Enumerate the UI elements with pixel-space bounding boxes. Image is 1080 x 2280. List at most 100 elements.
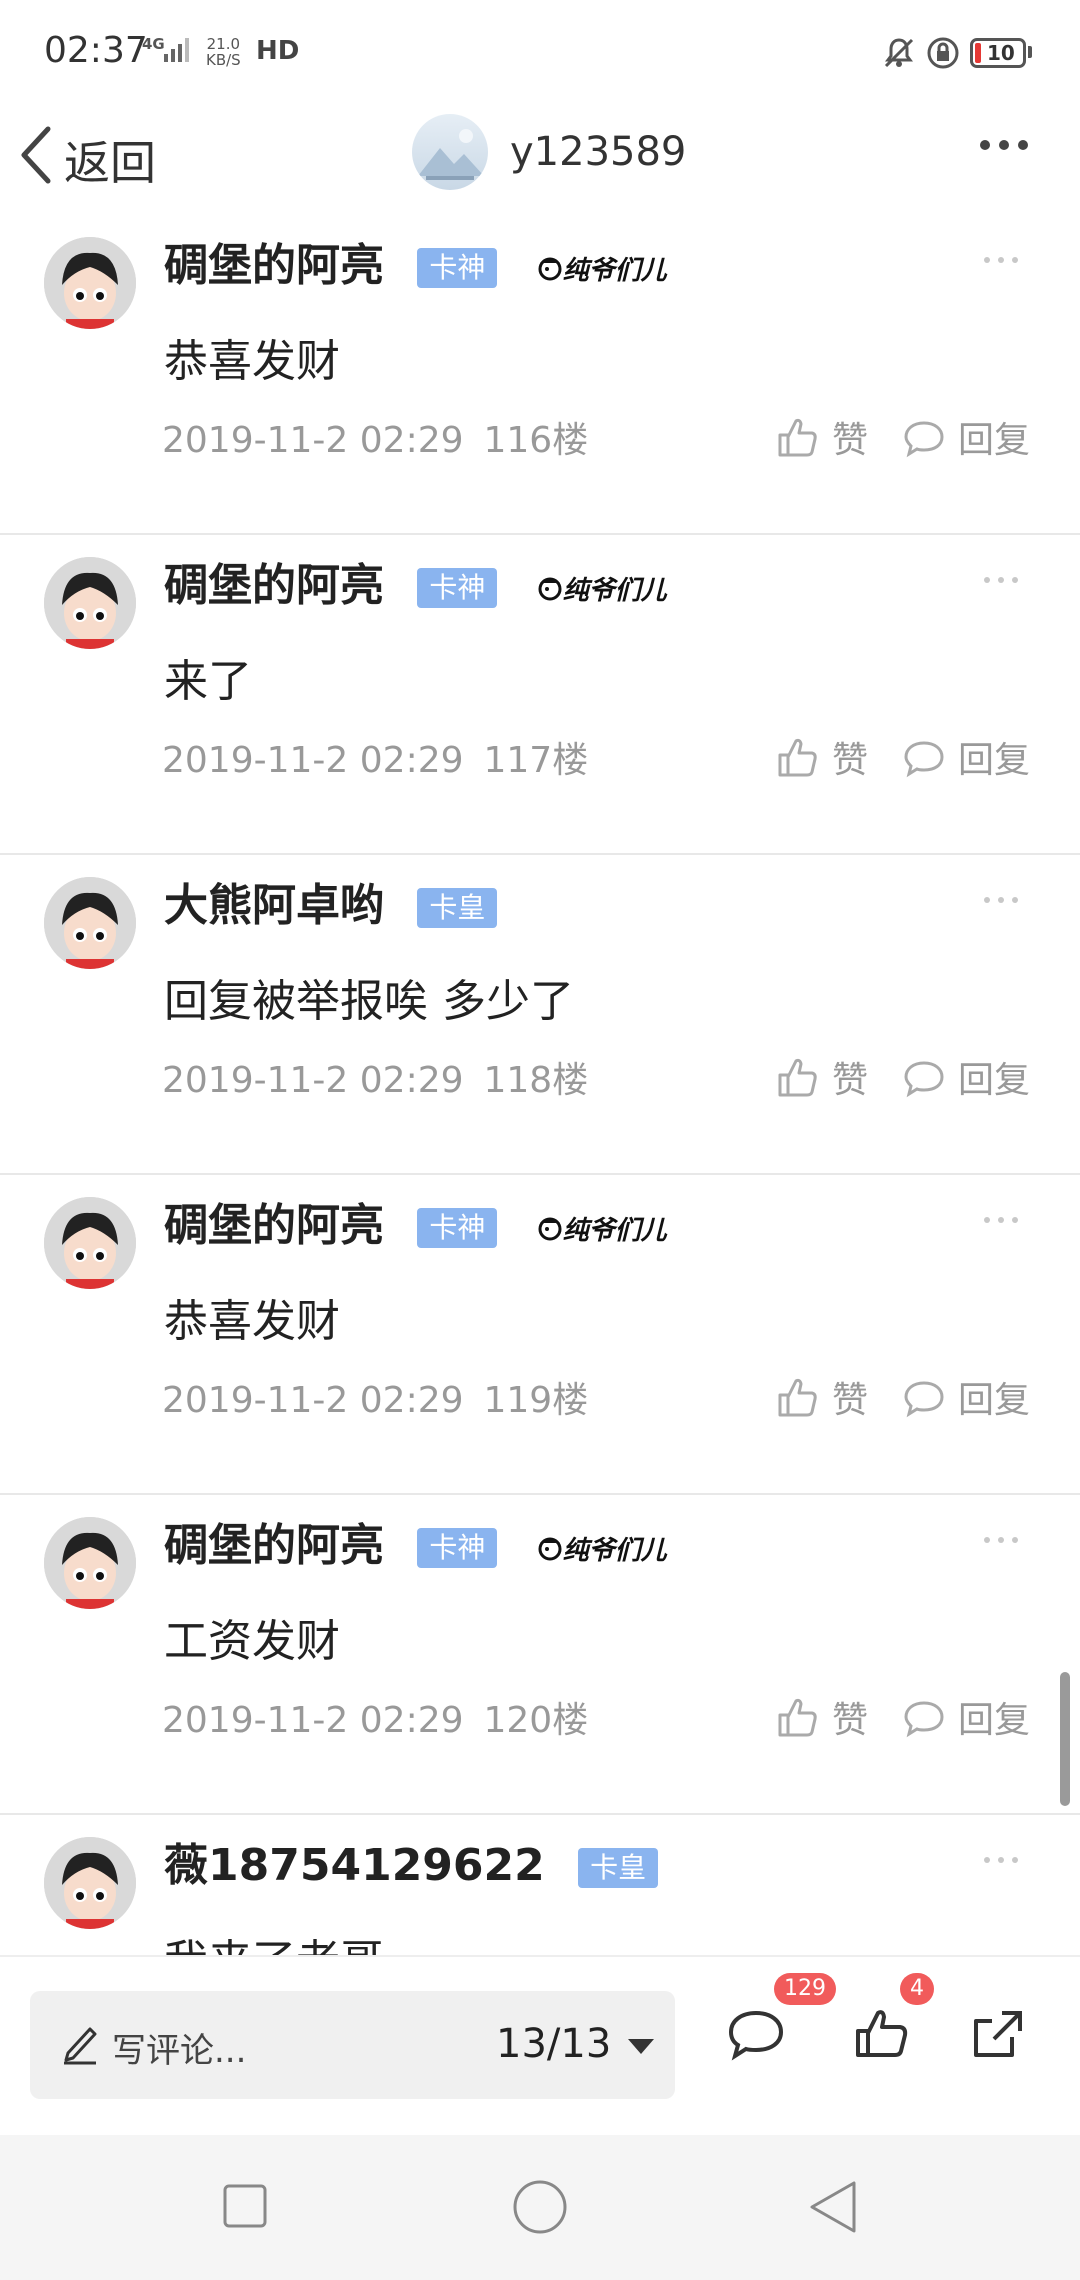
- like-label: 赞: [832, 1380, 869, 1421]
- like-post-button[interactable]: 4: [852, 1973, 934, 2065]
- face-icon: [538, 1217, 562, 1241]
- status-bar: 02:37 4G 21.0 KB/S HD 10: [0, 0, 1080, 110]
- username-text: 大熊阿卓哟: [164, 880, 384, 931]
- username[interactable]: 薇18754129622 卡皇: [164, 1829, 659, 1893]
- network-speed: 21.0 KB/S: [206, 36, 241, 68]
- thumbs-up-icon: [778, 1698, 817, 1737]
- nav-title-area[interactable]: y123589: [412, 114, 686, 190]
- thumbs-up-icon: [778, 418, 817, 457]
- bottom-bar: 写评论... 13/13 129 4: [0, 1955, 1080, 2135]
- comment-bubble-icon: [728, 2010, 784, 2061]
- medal-badge: 纯爷们儿: [537, 570, 667, 607]
- face-icon: [538, 1537, 562, 1561]
- face-icon: [538, 257, 562, 281]
- comment-more-icon[interactable]: [984, 257, 1018, 263]
- comment-time: 2019-11-2 02:29: [162, 1380, 464, 1421]
- username[interactable]: 碉堡的阿亮 卡神 纯爷们儿: [164, 229, 667, 293]
- comment-text: 恭喜发财: [164, 336, 340, 387]
- page-indicator[interactable]: 13/13: [496, 2021, 611, 2067]
- reply-button[interactable]: 回复: [902, 1371, 1030, 1423]
- like-label: 赞: [832, 1700, 869, 1741]
- level-badge: 卡皇: [417, 888, 498, 928]
- reply-label: 回复: [958, 1380, 1031, 1421]
- medal-text: 纯爷们儿: [562, 1535, 667, 1566]
- comment-more-icon[interactable]: [984, 1537, 1018, 1543]
- scrollbar[interactable]: [1060, 1672, 1070, 1806]
- comment-meta: 2019-11-2 02:29 117楼: [162, 731, 608, 783]
- reply-button[interactable]: 回复: [902, 1691, 1030, 1743]
- username[interactable]: 碉堡的阿亮 卡神 纯爷们儿: [164, 549, 667, 613]
- signal-icon: [164, 38, 189, 62]
- pencil-icon: [60, 2021, 100, 2069]
- forum-avatar: [412, 114, 488, 190]
- thumbs-up-icon: [778, 1058, 817, 1097]
- reply-label: 回复: [958, 1060, 1031, 1101]
- comment-text: 我来了老哥: [164, 1925, 384, 1955]
- like-button[interactable]: 赞: [776, 1051, 868, 1103]
- battery-level: [975, 43, 981, 63]
- comment-text: 工资发财: [164, 1616, 340, 1667]
- reply-label: 回复: [958, 740, 1031, 781]
- comment-placeholder: 写评论...: [112, 2031, 247, 2071]
- rotation-lock-icon: [926, 36, 960, 74]
- reply-button[interactable]: 回复: [902, 1051, 1030, 1103]
- comment-more-icon[interactable]: [984, 1217, 1018, 1223]
- network-type: 4G: [142, 35, 165, 53]
- comment-meta: 2019-11-2 02:29 119楼: [162, 1371, 608, 1423]
- chevron-left-icon: [18, 125, 54, 196]
- comment-more-icon[interactable]: [984, 1857, 1018, 1863]
- level-badge: 卡皇: [578, 1848, 659, 1888]
- status-time: 02:37: [44, 30, 148, 71]
- like-button[interactable]: 赞: [776, 1691, 868, 1743]
- like-button[interactable]: 赞: [776, 1371, 868, 1423]
- medal-badge: 纯爷们儿: [537, 1210, 667, 1247]
- comment-text: 回复被举报唉 多少了: [164, 976, 574, 1027]
- comment-item: 薇18754129622 卡皇 我来了老哥: [0, 1815, 1080, 1955]
- username-text: 碉堡的阿亮: [164, 1520, 384, 1571]
- medal-text: 纯爷们儿: [562, 255, 667, 286]
- reply-button[interactable]: 回复: [902, 411, 1030, 463]
- like-button[interactable]: 赞: [776, 411, 868, 463]
- square-icon[interactable]: [222, 2183, 268, 2233]
- username[interactable]: 大熊阿卓哟 卡皇: [164, 869, 498, 933]
- comment-text: 来了: [164, 656, 252, 707]
- comment-time: 2019-11-2 02:29: [162, 420, 464, 461]
- level-badge: 卡神: [417, 1528, 498, 1568]
- avatar[interactable]: [44, 1837, 136, 1929]
- hd-indicator: HD: [256, 36, 300, 66]
- username[interactable]: 碉堡的阿亮 卡神 纯爷们儿: [164, 1509, 667, 1573]
- back-label: 返回: [64, 136, 156, 190]
- avatar[interactable]: [44, 1197, 136, 1289]
- battery-tip: [1028, 46, 1032, 58]
- medal-text: 纯爷们儿: [562, 575, 667, 606]
- bell-off-icon: [882, 36, 916, 74]
- more-icon[interactable]: [980, 140, 1028, 150]
- avatar[interactable]: [44, 877, 136, 969]
- speed-unit: KB/S: [206, 51, 241, 69]
- comment-feed[interactable]: 碉堡的阿亮 卡神 纯爷们儿 恭喜发财 2019-11-2 02:29 116楼 赞…: [0, 215, 1080, 1955]
- avatar[interactable]: [44, 1517, 136, 1609]
- back-button[interactable]: 返回: [18, 120, 156, 200]
- comment-input[interactable]: 写评论... 13/13: [30, 1991, 675, 2099]
- avatar[interactable]: [44, 237, 136, 329]
- reply-button[interactable]: 回复: [902, 731, 1030, 783]
- comment-time: 2019-11-2 02:29: [162, 1700, 464, 1741]
- circle-icon[interactable]: [512, 2179, 568, 2239]
- share-button[interactable]: [968, 2007, 1028, 2065]
- triangle-back-icon[interactable]: [808, 2179, 858, 2239]
- thumbs-up-icon: [778, 738, 817, 777]
- dropdown-arrow-icon[interactable]: [628, 2039, 654, 2054]
- avatar[interactable]: [44, 557, 136, 649]
- username-text: 碉堡的阿亮: [164, 240, 384, 291]
- comment-more-icon[interactable]: [984, 577, 1018, 583]
- face-icon: [538, 577, 562, 601]
- comment-meta: 2019-11-2 02:29 118楼: [162, 1051, 608, 1103]
- like-label: 赞: [832, 1060, 869, 1101]
- comment-item: 碉堡的阿亮 卡神 纯爷们儿 恭喜发财 2019-11-2 02:29 119楼 赞…: [0, 1175, 1080, 1495]
- comment-item: 大熊阿卓哟 卡皇 回复被举报唉 多少了 2019-11-2 02:29 118楼 …: [0, 855, 1080, 1175]
- username[interactable]: 碉堡的阿亮 卡神 纯爷们儿: [164, 1189, 667, 1253]
- like-button[interactable]: 赞: [776, 731, 868, 783]
- comments-button[interactable]: 129: [726, 1973, 836, 2065]
- battery-icon: 10: [970, 38, 1026, 68]
- comment-more-icon[interactable]: [984, 897, 1018, 903]
